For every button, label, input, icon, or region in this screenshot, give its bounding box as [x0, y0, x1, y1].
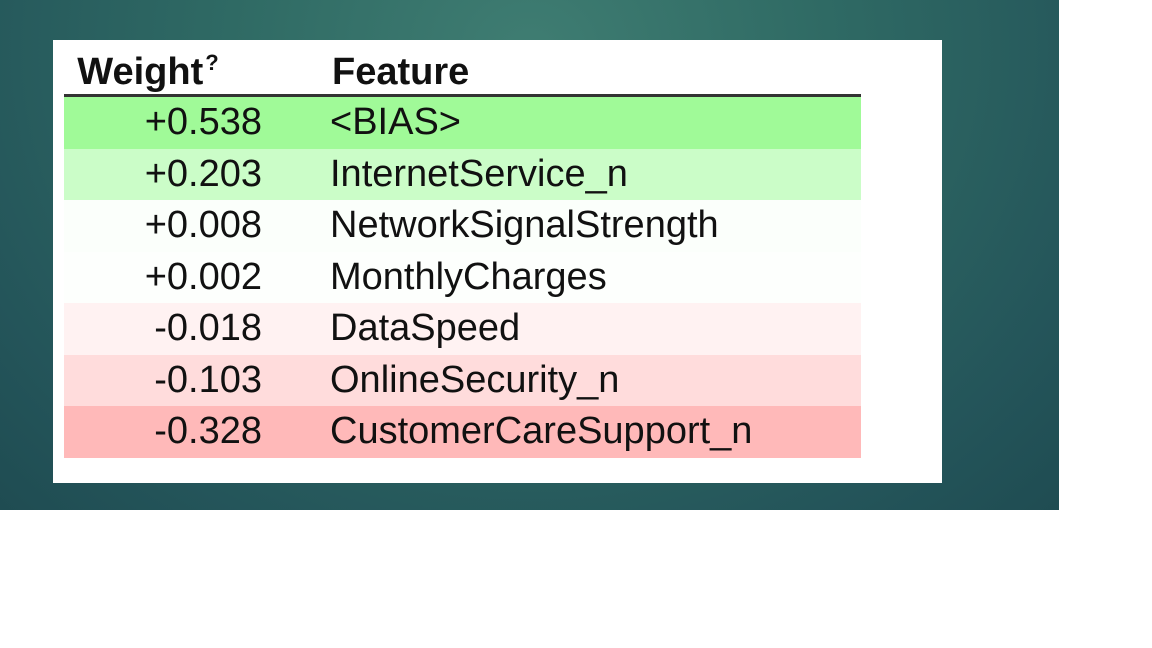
feature-cell: InternetService_n	[330, 152, 628, 195]
weight-column-header: Weight?	[64, 44, 262, 97]
weight-help-marker[interactable]: ?	[205, 50, 218, 75]
table-row: -0.328 CustomerCareSupport_n	[64, 406, 861, 458]
table-row: +0.002 MonthlyCharges	[64, 251, 861, 303]
feature-cell: MonthlyCharges	[330, 255, 607, 298]
feature-cell: DataSpeed	[330, 307, 521, 350]
weight-cell: -0.103	[154, 358, 262, 401]
feature-weights-table: Weight? Feature +0.538 <BIAS> +0.203 Int…	[64, 44, 861, 458]
slide-background: Weight? Feature +0.538 <BIAS> +0.203 Int…	[0, 0, 1059, 510]
weights-panel: Weight? Feature +0.538 <BIAS> +0.203 Int…	[53, 40, 942, 483]
weight-cell: +0.203	[144, 152, 262, 195]
weight-cell: +0.008	[144, 204, 262, 247]
weight-cell: +0.002	[144, 255, 262, 298]
table-row: +0.203 InternetService_n	[64, 148, 861, 200]
weight-cell: -0.328	[154, 410, 262, 453]
table-header-row: Weight? Feature	[64, 44, 861, 97]
feature-cell: OnlineSecurity_n	[330, 358, 620, 401]
table-row: +0.008 NetworkSignalStrength	[64, 200, 861, 252]
feature-cell: NetworkSignalStrength	[330, 204, 719, 247]
weight-cell: +0.538	[144, 101, 262, 144]
table-row: +0.538 <BIAS>	[64, 95, 861, 149]
table-row: -0.103 OnlineSecurity_n	[64, 354, 861, 406]
feature-cell: <BIAS>	[330, 101, 461, 144]
feature-cell: CustomerCareSupport_n	[330, 410, 753, 453]
weight-cell: -0.018	[154, 307, 262, 350]
table-row: -0.018 DataSpeed	[64, 303, 861, 355]
weight-header-label: Weight	[77, 51, 204, 93]
feature-column-header: Feature	[262, 44, 861, 97]
